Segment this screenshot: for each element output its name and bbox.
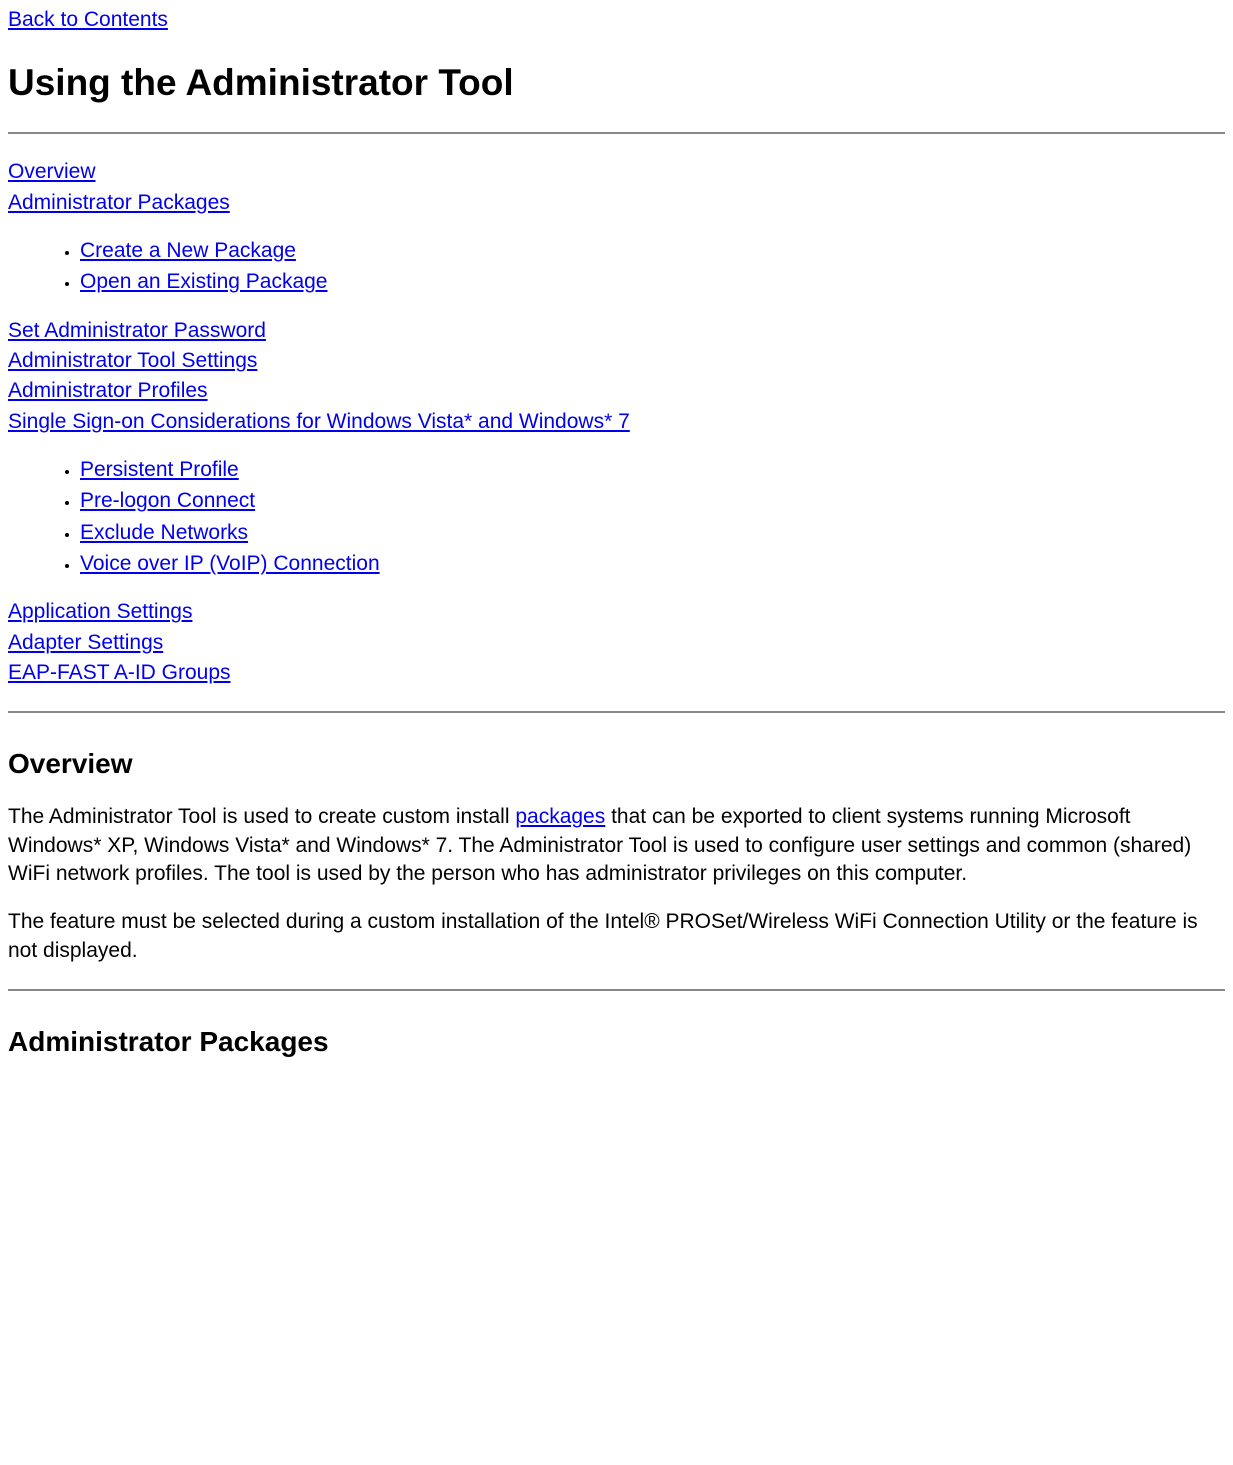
toc-app-settings-link[interactable]: Application Settings bbox=[8, 600, 192, 623]
list-item: Voice over IP (VoIP) Connection bbox=[80, 550, 1225, 578]
toc-open-package-link[interactable]: Open an Existing Package bbox=[80, 270, 328, 293]
overview-paragraph-2: The feature must be selected during a cu… bbox=[8, 908, 1225, 965]
list-item: Persistent Profile bbox=[80, 456, 1225, 484]
list-item: Create a New Package bbox=[80, 237, 1225, 265]
toc-overview-link[interactable]: Overview bbox=[8, 160, 96, 183]
toc-eap-link[interactable]: EAP-FAST A-ID Groups bbox=[8, 661, 231, 684]
list-item: Open an Existing Package bbox=[80, 268, 1225, 296]
toc: Set Administrator Password Administrator… bbox=[8, 317, 1225, 436]
list-item: Pre-logon Connect bbox=[80, 487, 1225, 515]
back-to-contents-link[interactable]: Back to Contents bbox=[8, 8, 168, 31]
toc-packages-sublist: Create a New Package Open an Existing Pa… bbox=[8, 237, 1225, 297]
toc: Application Settings Adapter Settings EA… bbox=[8, 598, 1225, 687]
divider bbox=[8, 989, 1225, 991]
toc-voip-link[interactable]: Voice over IP (VoIP) Connection bbox=[80, 552, 380, 575]
toc: Overview Administrator Packages bbox=[8, 158, 1225, 217]
toc-sso-sublist: Persistent Profile Pre-logon Connect Exc… bbox=[8, 456, 1225, 578]
divider bbox=[8, 711, 1225, 713]
toc-set-password-link[interactable]: Set Administrator Password bbox=[8, 319, 266, 342]
overview-paragraph-1: The Administrator Tool is used to create… bbox=[8, 803, 1225, 888]
toc-exclude-networks-link[interactable]: Exclude Networks bbox=[80, 521, 248, 544]
packages-inline-link[interactable]: packages bbox=[515, 805, 605, 828]
list-item: Exclude Networks bbox=[80, 519, 1225, 547]
divider bbox=[8, 132, 1225, 134]
toc-persistent-profile-link[interactable]: Persistent Profile bbox=[80, 458, 239, 481]
toc-admin-packages-link[interactable]: Administrator Packages bbox=[8, 191, 230, 214]
page-title: Using the Administrator Tool bbox=[8, 58, 1225, 108]
overview-heading: Overview bbox=[8, 745, 1225, 783]
toc-profiles-link[interactable]: Administrator Profiles bbox=[8, 379, 208, 402]
text: The Administrator Tool is used to create… bbox=[8, 805, 515, 828]
admin-packages-heading: Administrator Packages bbox=[8, 1023, 1225, 1061]
toc-adapter-settings-link[interactable]: Adapter Settings bbox=[8, 631, 163, 654]
toc-prelogon-link[interactable]: Pre-logon Connect bbox=[80, 489, 255, 512]
toc-create-package-link[interactable]: Create a New Package bbox=[80, 239, 296, 262]
toc-tool-settings-link[interactable]: Administrator Tool Settings bbox=[8, 349, 257, 372]
toc-sso-link[interactable]: Single Sign-on Considerations for Window… bbox=[8, 410, 630, 433]
